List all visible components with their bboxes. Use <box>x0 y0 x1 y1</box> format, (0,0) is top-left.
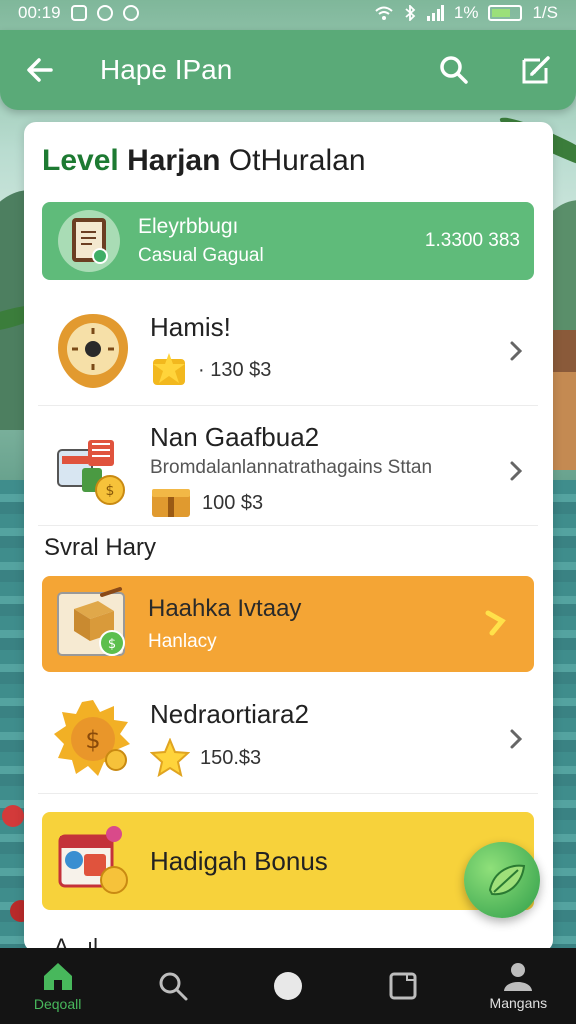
card-title-rest: OtHuralan <box>228 144 366 177</box>
camera-icon <box>96 5 113 21</box>
back-arrow-icon <box>27 58 53 82</box>
square-icon <box>389 972 417 1000</box>
bottom-navigation: Deqoall Mangans <box>0 948 576 1024</box>
svg-text:$: $ <box>85 726 100 754</box>
book-icon <box>58 210 120 272</box>
item-price: 100 $3 <box>202 491 264 514</box>
list-item[interactable]: $ Nan Gaafbua2 Bromdalanlannatrathagains… <box>38 416 538 526</box>
chevron-right-icon <box>510 461 523 480</box>
signal-icon <box>426 5 444 21</box>
bonus-item[interactable]: Hadigah Bonus <box>42 812 534 910</box>
item-name: Nedraortiara2 <box>150 699 309 729</box>
main-card: Level Harjan OtHuralan Eleyrbbugı Casual… <box>24 122 553 952</box>
highlight-item[interactable]: $ Haahka Ivtaay Hanlacy <box>42 576 534 672</box>
list-item[interactable]: $ Nedraortiara2 150.$3 <box>38 684 538 794</box>
status-bar: 00:19 1% 1/S <box>0 0 576 26</box>
app-bar: Hape IPan <box>0 30 576 110</box>
list-item[interactable]: Hamis! · 130 $3 <box>38 296 538 406</box>
nav-home[interactable]: Deqoall <box>8 960 108 1012</box>
back-button[interactable] <box>22 52 58 88</box>
star-coin-icon <box>153 353 185 385</box>
bluetooth-icon <box>405 5 416 21</box>
svg-text:$: $ <box>106 483 115 499</box>
highlight-subtitle: Hanlacy <box>148 631 217 652</box>
star-icon <box>150 738 190 778</box>
featured-line2: Casual Gagual <box>138 245 264 266</box>
chevron-right-icon <box>510 729 523 748</box>
featured-value: 1.3300 383 <box>424 230 520 251</box>
card-title-level: Level <box>42 144 119 177</box>
card-title-name: Harjan <box>127 144 221 177</box>
item-subtitle: Bromdalanlannatrathagains Sttan <box>150 457 433 478</box>
circle-icon <box>273 972 302 1000</box>
gifts-coins-icon: $ <box>57 439 125 505</box>
home-icon <box>43 963 72 990</box>
nav-home-circle[interactable] <box>238 970 338 1002</box>
featured-line1: Eleyrbbugı <box>138 215 239 238</box>
edit-icon <box>522 56 550 84</box>
highlight-name: Haahka Ivtaay <box>148 595 302 622</box>
item-price: · 130 $3 <box>198 358 272 381</box>
card-title: Level Harjan OtHuralan <box>42 144 366 178</box>
profile-icon <box>504 963 533 991</box>
svg-text:$: $ <box>108 637 116 652</box>
calendar-gift-icon <box>58 826 128 894</box>
page-title: Hape IPan <box>100 54 233 85</box>
search-button[interactable] <box>436 52 472 88</box>
edit-button[interactable] <box>518 52 554 88</box>
wifi-icon <box>375 6 393 20</box>
nav-profile[interactable]: Mangans <box>468 961 568 1011</box>
search-icon <box>440 56 468 84</box>
chevron-right-icon <box>485 610 506 636</box>
alert-icon <box>122 5 139 21</box>
signal-percent: 1% <box>453 3 479 22</box>
gift-box-icon <box>152 489 190 517</box>
notification-icon <box>70 5 87 21</box>
battery-icon <box>488 5 523 21</box>
nav-home-label: Deqoall <box>33 996 82 1012</box>
search-icon <box>159 972 188 1001</box>
nav-search[interactable] <box>123 970 223 1002</box>
clock-badge-icon <box>58 313 128 388</box>
package-icon: $ <box>57 587 125 656</box>
featured-item[interactable]: Eleyrbbugı Casual Gagual 1.3300 383 <box>42 202 534 280</box>
status-time: 00:19 <box>18 3 61 22</box>
item-name: Hamis! <box>150 312 231 342</box>
nav-profile-label: Mangans <box>489 995 548 1011</box>
bonus-name: Hadigah Bonus <box>150 845 328 876</box>
sun-coin-icon: $ <box>54 699 130 776</box>
battery-text: 1/S <box>532 3 558 22</box>
section-label: Svral Hary <box>44 534 157 561</box>
chevron-right-icon <box>510 341 523 360</box>
nav-recents[interactable] <box>353 970 453 1002</box>
item-price: 150.$3 <box>200 746 262 769</box>
floating-action-button[interactable] <box>464 842 540 918</box>
item-name: Nan Gaafbua2 <box>150 422 320 452</box>
leaf-icon <box>488 864 526 896</box>
